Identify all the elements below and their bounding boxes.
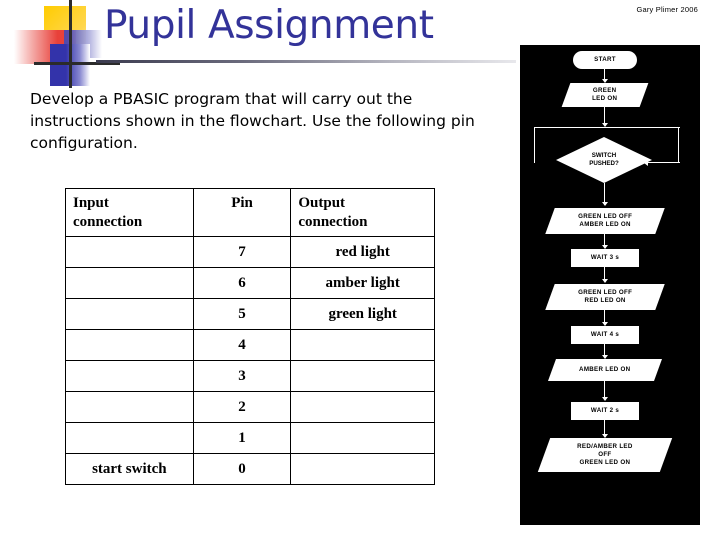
table-header: Input connection Pin Output connection [65,188,435,237]
flow-node-wait-2s: WAIT 2 s [571,402,639,420]
flow-node-label: SWITCH PUSHED? [556,137,652,183]
cell-input [65,360,194,392]
flow-node-label: RED/AMBER LED OFF GREEN LED ON [577,443,633,466]
flow-node-green-off-amber-on: GREEN LED OFF AMBER LED ON [545,208,665,234]
cell-input [65,422,194,454]
flow-node-label: GREEN LED OFF RED LED ON [577,289,633,304]
flow-node-wait-3s: WAIT 3 s [571,249,639,267]
flow-node-label: GREEN LED ON [592,87,618,102]
title-divider [96,60,516,63]
table-body: 7 red light 6 amber light 5 green light … [65,236,435,485]
slide-canvas: Gary Plimer 2006 Pupil Assignment Develo… [0,0,720,540]
cell-output: amber light [290,267,435,299]
table-row: 1 [65,422,435,454]
flow-arrowhead-icon [601,202,608,206]
author-credit: Gary Plimer 2006 [636,5,698,14]
flow-loop-right-rail [678,127,680,163]
flow-arrowhead-icon [601,397,608,401]
cell-pin: 2 [192,391,292,423]
cell-output [290,453,435,485]
flow-node-green-led-on: GREEN LED ON [561,83,649,107]
flow-node-label: GREEN LED OFF AMBER LED ON [577,213,633,228]
column-header-output: Output connection [290,188,435,237]
cell-output [290,360,435,392]
flow-node-red-amber-off-green-on: RED/AMBER LED OFF GREEN LED ON [537,438,673,472]
column-header-input: Input connection [65,188,194,237]
column-header-pin: Pin [192,188,292,237]
cell-output: red light [290,236,435,268]
flowchart-diagram: START GREEN LED ON SWITCH PUSHED? GREEN … [520,45,700,525]
cell-pin: 4 [192,329,292,361]
flowchart-image: START GREEN LED ON SWITCH PUSHED? GREEN … [520,45,700,525]
table-row: 6 amber light [65,267,435,299]
pin-configuration-table: Input connection Pin Output connection 7… [65,188,435,485]
cell-output [290,391,435,423]
cell-pin: 5 [192,298,292,330]
table-header-row: Input connection Pin Output connection [65,188,435,237]
cell-input [65,391,194,423]
cell-input [65,329,194,361]
page-title: Pupil Assignment [104,3,434,48]
flow-arrowhead-icon [601,279,608,283]
cell-output [290,329,435,361]
flow-loop-top-rail [534,127,680,129]
body-paragraph: Develop a PBASIC program that will carry… [30,90,475,152]
table-row: start switch 0 [65,453,435,485]
cell-pin: 0 [192,453,292,485]
flow-node-label: AMBER LED ON [579,366,631,374]
cell-pin: 6 [192,267,292,299]
table-row: 2 [65,391,435,423]
table-row: 4 [65,329,435,361]
cell-input [65,236,194,268]
flow-node-wait-4s: WAIT 4 s [571,326,639,344]
flow-loop-left-rail [534,127,536,163]
logo-vertical-bar [69,0,72,88]
cell-output: green light [290,298,435,330]
cell-input [65,267,194,299]
cell-input [65,298,194,330]
cell-pin: 7 [192,236,292,268]
table-row: 7 red light [65,236,435,268]
flow-node-switch-pushed: SWITCH PUSHED? [556,137,652,183]
flow-node-amber-led-on: AMBER LED ON [547,359,663,381]
table-row: 3 [65,360,435,392]
flow-node-start: START [573,51,637,69]
table-row: 5 green light [65,298,435,330]
cell-output [290,422,435,454]
cell-input: start switch [65,453,194,485]
cell-pin: 3 [192,360,292,392]
flow-node-green-off-red-on: GREEN LED OFF RED LED ON [545,284,665,310]
cell-pin: 1 [192,422,292,454]
